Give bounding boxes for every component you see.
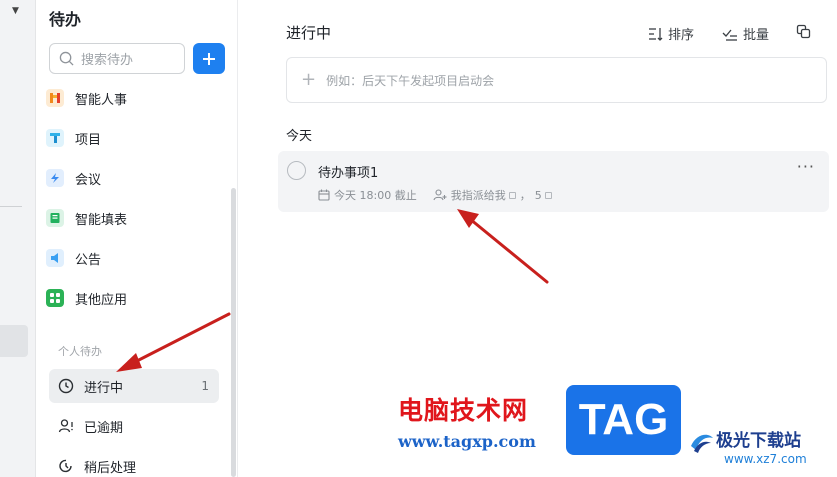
rail-divider	[0, 206, 22, 207]
later-icon	[59, 459, 72, 473]
search-placeholder: 搜索待办	[81, 53, 134, 68]
sidebar-item-label: 进行中	[84, 380, 124, 396]
announcement-app-icon	[46, 249, 64, 267]
sidebar-item-label: 稍后处理	[84, 460, 137, 476]
assign-user-icon	[433, 189, 447, 201]
watermark-site2-name: 极光下载站	[716, 431, 801, 451]
plus-icon	[203, 52, 215, 65]
subtask-icon	[544, 191, 552, 199]
main-panel: 进行中 排序 批量 + 例如：后天下午发起项目启动会 今天 待办事项1 ··· …	[238, 0, 837, 477]
caret-down-icon[interactable]: ▼	[12, 6, 19, 16]
sort-label: 排序	[668, 28, 695, 43]
project-app-icon	[46, 129, 64, 147]
sidebar-item-announcement[interactable]: 公告	[46, 246, 101, 270]
page-title: 进行中	[286, 24, 332, 42]
plus-icon: +	[301, 69, 317, 90]
section-label-today: 今天	[286, 129, 313, 144]
batch-button[interactable]: 批量	[722, 24, 769, 43]
comment-icon	[508, 191, 516, 199]
sort-button[interactable]: 排序	[648, 24, 694, 43]
sidebar-item-label: 会议	[75, 172, 102, 188]
watermark-site-url: www.tagxp.com	[398, 432, 536, 451]
sidebar-item-other-apps[interactable]: 其他应用	[46, 286, 127, 310]
sidebar-item-meeting[interactable]: 会议	[46, 166, 101, 190]
subtask-count: 5	[534, 188, 542, 202]
rail-selected-item[interactable]	[0, 325, 28, 357]
task-title: 待办事项1	[318, 166, 379, 181]
sidebar-item-overdue[interactable]: 已逾期	[49, 409, 219, 443]
sidebar-item-later[interactable]: 稍后处理	[49, 449, 219, 477]
task-due: 今天 18:00 截止	[334, 189, 417, 202]
quick-add-input[interactable]: + 例如：后天下午发起项目启动会	[286, 57, 827, 103]
sidebar-item-label: 其他应用	[75, 292, 128, 308]
search-input[interactable]: 搜索待办	[49, 43, 185, 74]
more-icon[interactable]: ···	[797, 157, 815, 176]
aurora-logo-icon	[691, 434, 713, 453]
sidebar-item-label: 公告	[75, 252, 102, 268]
sidebar-item-label: 已逾期	[84, 420, 124, 436]
sidebar-item-label: 项目	[75, 132, 102, 148]
sidebar-item-hr[interactable]: 智能人事	[46, 86, 127, 110]
sidebar-item-form[interactable]: 智能填表	[46, 206, 127, 230]
calendar-icon	[318, 189, 330, 201]
batch-label: 批量	[743, 28, 770, 43]
meeting-app-icon	[46, 169, 64, 187]
sidebar-item-label: 智能填表	[75, 212, 128, 228]
apps-grid-icon	[46, 289, 64, 307]
sidebar-item-in-progress[interactable]: 进行中 1	[49, 369, 219, 403]
search-icon	[59, 51, 74, 66]
task-meta-sep: ，	[519, 189, 531, 202]
left-rail: ▼	[0, 0, 36, 477]
add-todo-button[interactable]	[193, 43, 225, 74]
user-alert-icon	[58, 419, 73, 433]
watermark-download-site: 极光下载站 www.xz7.com	[688, 426, 833, 474]
task-meta: 今天 18:00 截止 我指派给我 ， 5	[318, 187, 556, 203]
sidebar-item-label: 智能人事	[75, 92, 128, 108]
watermark-site2-url: www.xz7.com	[724, 452, 807, 466]
hr-app-icon	[46, 89, 64, 107]
sort-icon	[649, 27, 663, 41]
watermark-site-name: 电脑技术网	[398, 396, 529, 425]
form-app-icon	[46, 209, 64, 227]
group-label: 个人待办	[58, 345, 102, 358]
sidebar-title: 待办	[49, 10, 82, 29]
task-assign: 我指派给我	[450, 189, 506, 202]
quick-add-placeholder: 例如：后天下午发起项目启动会	[326, 73, 495, 88]
sidebar-item-project[interactable]: 项目	[46, 126, 101, 150]
batch-check-icon	[722, 29, 737, 41]
item-count: 1	[201, 379, 209, 393]
copy-icon	[796, 24, 811, 39]
task-card[interactable]: 待办事项1 ··· 今天 18:00 截止 我指派给我 ， 5	[278, 151, 829, 212]
todo-sidebar: 待办 搜索待办 智能人事 项目 会议 智能填表 公告 其他应用 个人待办 进行中…	[36, 0, 238, 477]
sidebar-scrollbar[interactable]	[231, 188, 236, 477]
tag-logo: TAG	[566, 385, 681, 455]
copy-button[interactable]	[796, 24, 816, 39]
task-complete-checkbox[interactable]	[287, 161, 306, 180]
clock-icon	[58, 378, 74, 394]
